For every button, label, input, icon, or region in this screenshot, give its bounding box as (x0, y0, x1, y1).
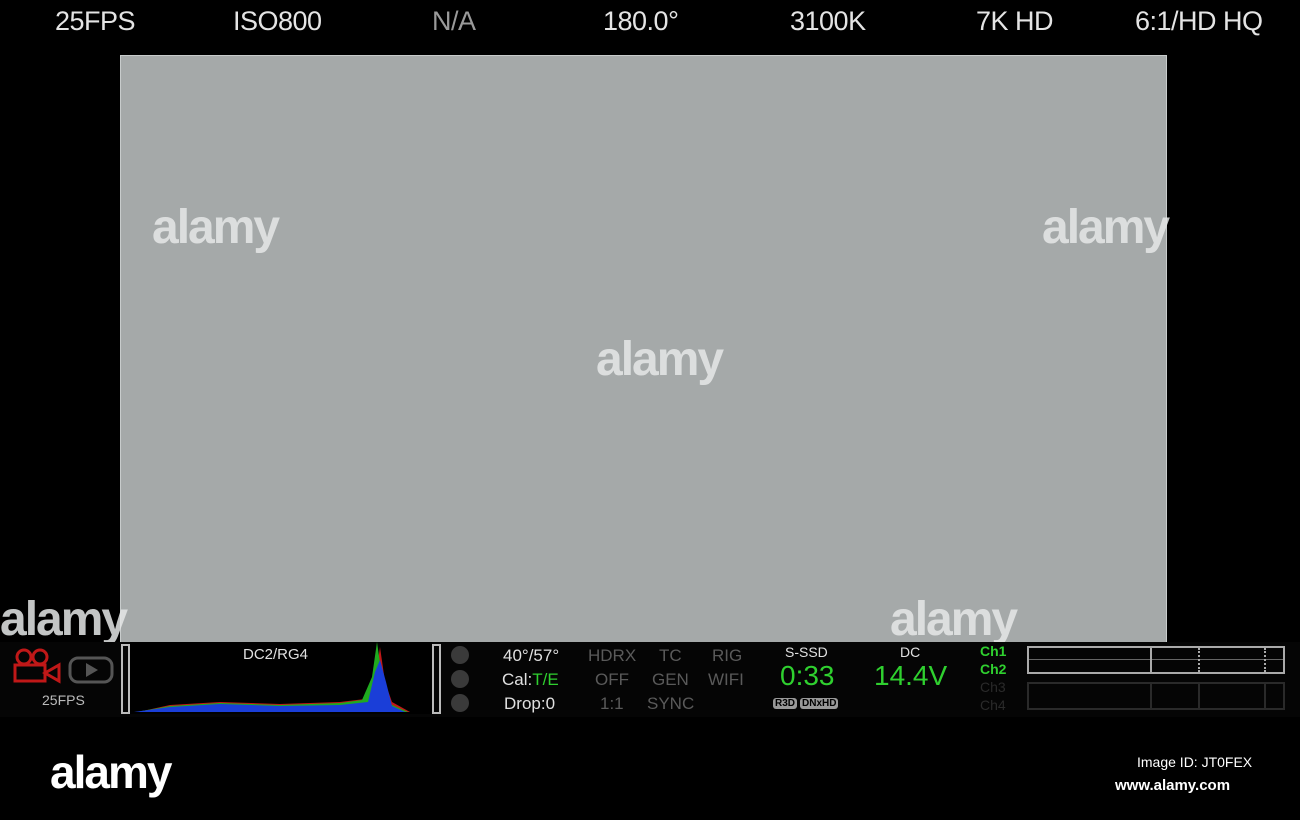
bottom-hud: 25FPS DC2/RG4 40°/57° Cal:T/E Drop:0 HDR… (0, 642, 1300, 717)
power-label: DC (900, 644, 921, 660)
watermark: alamy (1042, 201, 1170, 254)
histogram-right-bracket (432, 644, 441, 714)
alamy-logo: alamy (50, 746, 172, 798)
tc-label[interactable]: TC (659, 646, 682, 666)
battery-voltage: 14.4V (874, 660, 948, 691)
status-indicator (451, 694, 469, 712)
top-status-bar: 25FPS ISO800 N/A 180.0° 3100K 7K HD 6:1/… (0, 6, 1300, 46)
hdrx-value: OFF (595, 670, 629, 689)
image-id: Image ID: JT0FEX (1137, 754, 1253, 770)
mode-fps: 25FPS (42, 692, 85, 708)
rig-label[interactable]: RIG (712, 646, 742, 666)
audio-channel-2: Ch2 (980, 661, 1007, 677)
audio-channel-4: Ch4 (980, 697, 1006, 713)
cal-value: T/E (532, 670, 559, 689)
fps-readout[interactable]: 25FPS (55, 6, 136, 37)
audio-channel-1: Ch1 (980, 643, 1007, 659)
tc-gen: GEN (652, 670, 689, 689)
audio-meter-ch3-4 (1027, 682, 1285, 710)
temperature: 40°/57° (503, 646, 560, 665)
media-time-remaining: 0:33 (780, 660, 835, 691)
hdrx-label[interactable]: HDRX (588, 646, 636, 666)
media-label: S-SSD (785, 644, 828, 660)
iso-readout[interactable]: ISO800 (233, 6, 322, 37)
resolution-readout[interactable]: 7K HD (976, 6, 1054, 37)
audio-channel-3: Ch3 (980, 679, 1006, 695)
tc-sync: SYNC (647, 694, 695, 713)
shutter-readout[interactable]: 180.0° (603, 6, 679, 37)
histogram-left-bracket (121, 644, 130, 714)
aspect-ratio: 1:1 (600, 694, 624, 713)
dropped-frames: Drop:0 (504, 694, 556, 713)
watermark: alamy (890, 593, 1018, 646)
cal-prefix: Cal: (502, 670, 533, 689)
white-balance-readout[interactable]: 3100K (790, 6, 866, 37)
histogram: DC2/RG4 (130, 642, 432, 714)
alamy-url[interactable]: www.alamy.com (1115, 777, 1230, 794)
watermark: alamy (0, 593, 128, 646)
format-badge-dnxhd: DNxHD (800, 698, 839, 709)
watermark: alamy (596, 333, 724, 386)
compression-readout[interactable]: 6:1/HD HQ (1135, 6, 1263, 37)
watermark: alamy (152, 201, 280, 254)
wifi-label[interactable]: WIFI (708, 670, 744, 690)
audio-meter-ch1-2 (1027, 646, 1285, 674)
calibration: Cal:T/E (502, 670, 559, 690)
record-camera-icon[interactable] (12, 648, 62, 684)
nd-readout[interactable]: N/A (432, 6, 476, 37)
play-icon[interactable] (68, 656, 114, 684)
histogram-label: DC2/RG4 (243, 646, 309, 663)
format-badge-r3d: R3D (773, 698, 798, 709)
status-indicator (451, 646, 469, 664)
status-indicator (451, 670, 469, 688)
